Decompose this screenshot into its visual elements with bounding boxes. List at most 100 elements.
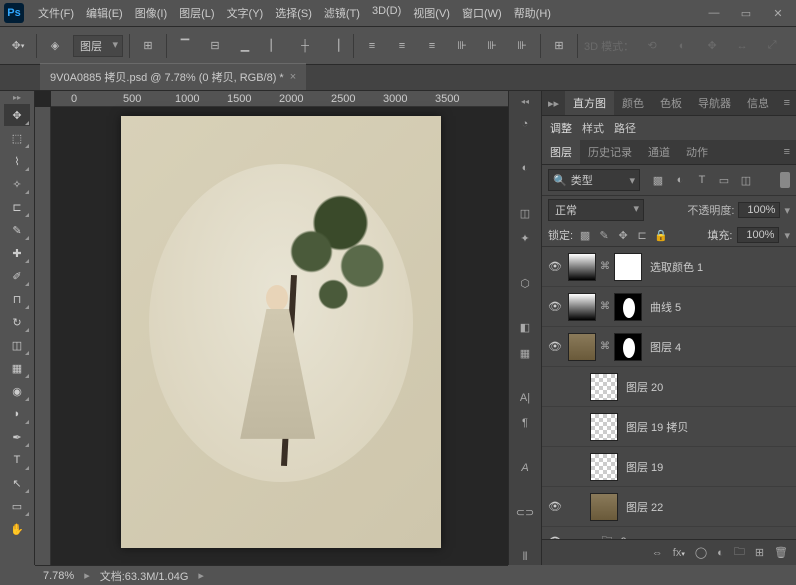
dist-vcenter-icon[interactable]: ≡	[390, 34, 414, 58]
layer-thumb[interactable]	[568, 333, 596, 361]
filter-pixel-icon[interactable]: ▩	[650, 172, 666, 188]
shape-tool[interactable]: ▭	[4, 495, 30, 517]
filter-type-icon[interactable]: T	[694, 172, 710, 188]
align-top-icon[interactable]: ▔	[173, 34, 197, 58]
layers-list[interactable]: 👁⌘选取颜色 1👁⌘曲线 5👁⌘图层 4图层 20图层 19 拷贝图层 19👁图…	[542, 247, 796, 539]
hand-tool[interactable]: ✋	[4, 518, 30, 540]
lasso-tool[interactable]: ⌇	[4, 150, 30, 172]
layer-fx-icon[interactable]: fx▾	[673, 547, 685, 559]
heal-tool[interactable]: ✚	[4, 242, 30, 264]
dist-top-icon[interactable]: ≡	[360, 34, 384, 58]
paragraph-icon[interactable]: ¶	[514, 415, 536, 430]
menu-文件[interactable]: 文件(F)	[32, 1, 80, 25]
canvas-area[interactable]: 0500100015002000250030003500	[35, 91, 508, 565]
zoom-arrow-icon[interactable]: ▸	[84, 569, 90, 582]
layer-row[interactable]: 图层 20	[542, 367, 796, 407]
menu-视图[interactable]: 视图(V)	[407, 1, 456, 25]
align-hcenter-icon[interactable]: ┼	[293, 34, 317, 58]
lock-transparent-icon[interactable]: ▩	[578, 228, 592, 242]
marquee-tool[interactable]: ⬚	[4, 127, 30, 149]
expand-icon[interactable]: ◂◂	[521, 97, 529, 106]
blend-mode-select[interactable]: 正常	[548, 199, 644, 221]
new-adjustment-icon[interactable]: ◐	[717, 547, 724, 559]
panel-menu-icon[interactable]: ≡	[778, 97, 796, 109]
window-restore[interactable]: ▭	[732, 3, 760, 23]
tab-历史记录[interactable]: 历史记录	[580, 140, 640, 164]
dist-bottom-icon[interactable]: ≡	[420, 34, 444, 58]
layer-row[interactable]: 👁⌘选取颜色 1	[542, 247, 796, 287]
status-arrow-icon[interactable]: ▸	[198, 569, 204, 582]
layer-thumb[interactable]	[590, 413, 618, 441]
brushes-icon[interactable]: ⫴	[514, 550, 536, 565]
document-tab[interactable]: 9V0A0885 拷贝.psd @ 7.78% (0 拷贝, RGB/8) * …	[40, 63, 306, 90]
align-right-icon[interactable]: ▕	[323, 34, 347, 58]
tab-样式[interactable]: 样式	[582, 120, 604, 136]
layer-thumb[interactable]	[590, 493, 618, 521]
move-tool-icon[interactable]: ✥▾	[6, 34, 30, 58]
layer-row[interactable]: 👁▾🗀0	[542, 527, 796, 539]
layer-row[interactable]: 👁 图层 22	[542, 487, 796, 527]
stamp-tool[interactable]: ⊓	[4, 288, 30, 310]
move-tool[interactable]: ✥	[4, 104, 30, 126]
opacity-input[interactable]: 100%	[738, 202, 780, 218]
adjustments-icon[interactable]: ◐	[514, 161, 536, 176]
filter-adjust-icon[interactable]: ◐	[672, 172, 688, 188]
glyphs-icon[interactable]: A	[514, 460, 536, 475]
menu-图层[interactable]: 图层(L)	[173, 1, 220, 25]
visibility-icon[interactable]: 👁	[546, 260, 564, 273]
filter-toggle[interactable]	[780, 172, 790, 188]
path-select-tool[interactable]: ↖	[4, 472, 30, 494]
layer-thumb[interactable]	[614, 333, 642, 361]
layer-name[interactable]: 曲线 5	[646, 299, 792, 315]
add-mask-icon[interactable]: ◯	[695, 546, 707, 559]
dodge-tool[interactable]: ◗	[4, 403, 30, 425]
chevron-down-icon[interactable]: ▾	[784, 204, 790, 217]
transform-controls-icon[interactable]: ⊞	[136, 34, 160, 58]
visibility-icon[interactable]: 👁	[546, 500, 564, 513]
layer-row[interactable]: 👁⌘曲线 5	[542, 287, 796, 327]
chevron-down-icon[interactable]: ▾	[784, 229, 790, 242]
layer-select[interactable]: 图层	[73, 35, 123, 57]
fill-input[interactable]: 100%	[737, 227, 779, 243]
auto-select-icon[interactable]: ◈	[43, 34, 67, 58]
toolbox-collapse-icon[interactable]: ▸▸	[13, 93, 21, 102]
new-layer-icon[interactable]: ⊞	[755, 546, 764, 559]
type-tool[interactable]: T	[4, 449, 30, 471]
tab-图层[interactable]: 图层	[542, 140, 580, 164]
layer-name[interactable]: 图层 22	[622, 499, 792, 515]
window-minimize[interactable]: —	[700, 3, 728, 23]
layer-name[interactable]: 图层 19 拷贝	[622, 419, 792, 435]
tab-信息[interactable]: 信息	[739, 91, 777, 115]
tab-通道[interactable]: 通道	[640, 140, 678, 164]
panel-menu-icon[interactable]: ≡	[778, 146, 796, 158]
color-icon[interactable]: ◧	[514, 320, 536, 335]
pen-tool[interactable]: ✒	[4, 426, 30, 448]
dist-right-icon[interactable]: ⊪	[510, 34, 534, 58]
window-close[interactable]: ✕	[764, 3, 792, 23]
layer-thumb[interactable]	[590, 453, 618, 481]
document-canvas[interactable]	[121, 116, 441, 548]
filter-type-select[interactable]: 🔍 类型	[548, 169, 640, 191]
menu-帮助[interactable]: 帮助(H)	[508, 1, 557, 25]
dist-hcenter-icon[interactable]: ⊪	[480, 34, 504, 58]
menu-滤镜[interactable]: 滤镜(T)	[318, 1, 366, 25]
layer-row[interactable]: 图层 19 拷贝	[542, 407, 796, 447]
layer-name[interactable]: 图层 19	[622, 459, 792, 475]
swatches-icon[interactable]: ▦	[514, 346, 536, 361]
filter-smart-icon[interactable]: ◫	[738, 172, 754, 188]
channels-icon[interactable]: ✦	[514, 231, 536, 246]
zoom-value[interactable]: 7.78%	[43, 570, 74, 582]
layer-thumb[interactable]	[590, 373, 618, 401]
menu-文字[interactable]: 文字(Y)	[221, 1, 270, 25]
collapse-icon[interactable]: ▸▸	[542, 97, 565, 110]
menu-窗口[interactable]: 窗口(W)	[456, 1, 508, 25]
layer-thumb[interactable]	[568, 253, 596, 281]
new-group-icon[interactable]: 🗀	[734, 543, 745, 562]
crop-tool[interactable]: ⊏	[4, 196, 30, 218]
tab-导航器[interactable]: 导航器	[690, 91, 739, 115]
eraser-tool[interactable]: ◫	[4, 334, 30, 356]
menu-图像[interactable]: 图像(I)	[129, 1, 173, 25]
tab-色板[interactable]: 色板	[652, 91, 690, 115]
tab-直方图[interactable]: 直方图	[565, 91, 614, 115]
link-layers-icon[interactable]: ⇔	[652, 547, 663, 559]
